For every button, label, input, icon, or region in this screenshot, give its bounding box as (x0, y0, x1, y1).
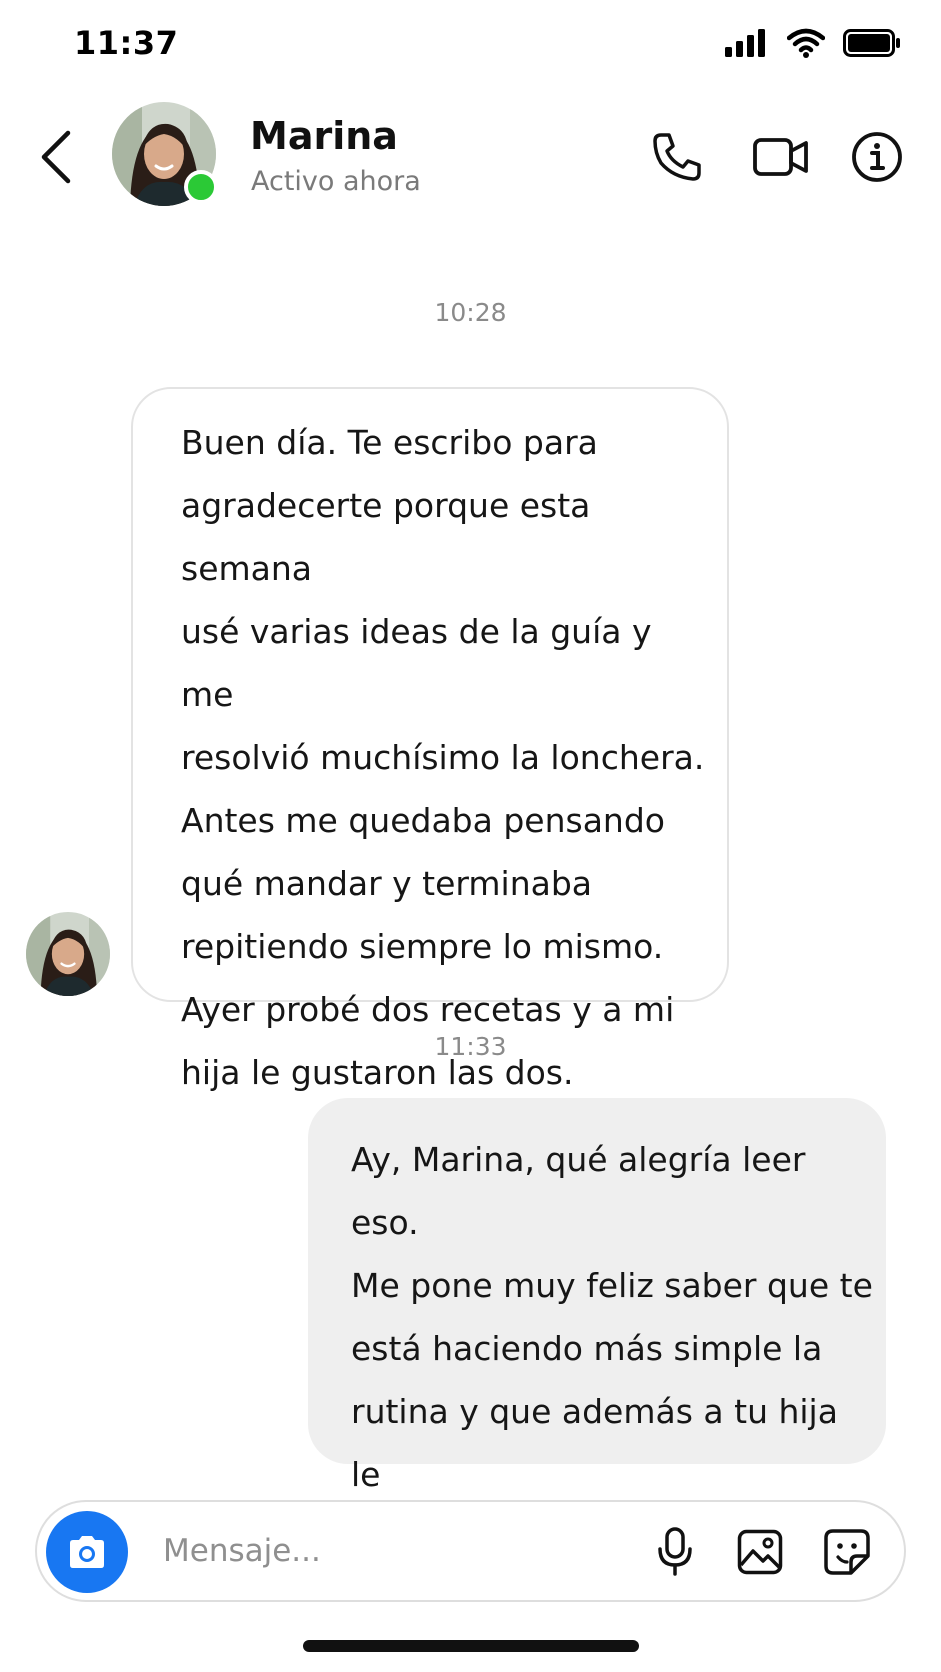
battery-icon (843, 29, 900, 57)
info-icon (852, 132, 902, 182)
online-status-dot (184, 170, 218, 204)
phone-icon (653, 133, 701, 181)
video-camera-icon (753, 138, 808, 176)
status-icons (725, 28, 901, 58)
info-button[interactable] (842, 122, 912, 192)
video-call-button[interactable] (746, 122, 816, 192)
image-icon (737, 1529, 783, 1575)
avatar-photo (26, 912, 110, 996)
microphone-icon (658, 1527, 692, 1576)
incoming-message-bubble[interactable]: Buen día. Te escribo para agradecerte po… (131, 387, 729, 1092)
outgoing-message-bubble[interactable]: Ay, Marina, qué alegría leer eso. Me pon… (308, 1098, 886, 1557)
back-chevron-icon (41, 130, 71, 184)
message-composer (35, 1500, 906, 1602)
message-input[interactable] (163, 1524, 633, 1578)
chat-header: Marina Activo ahora (0, 92, 941, 222)
sender-avatar[interactable] (26, 912, 110, 996)
home-indicator (303, 1640, 639, 1652)
cellular-signal-icon (725, 29, 765, 57)
back-button[interactable] (30, 122, 80, 192)
status-time: 11:37 (74, 24, 179, 62)
sticker-icon (824, 1529, 870, 1575)
message-timestamp: 11:33 (434, 1032, 507, 1061)
gallery-button[interactable] (730, 1522, 790, 1582)
wifi-icon (787, 28, 825, 58)
status-bar: 11:37 (0, 0, 941, 90)
voice-message-button[interactable] (645, 1522, 705, 1582)
sticker-button[interactable] (817, 1522, 877, 1582)
message-timestamp: 10:28 (434, 298, 507, 327)
camera-icon (70, 1536, 104, 1568)
contact-status: Activo ahora (251, 166, 421, 197)
contact-name[interactable]: Marina (250, 114, 398, 158)
contact-avatar[interactable] (112, 102, 218, 206)
voice-call-button[interactable] (642, 122, 712, 192)
camera-button[interactable] (46, 1511, 128, 1593)
